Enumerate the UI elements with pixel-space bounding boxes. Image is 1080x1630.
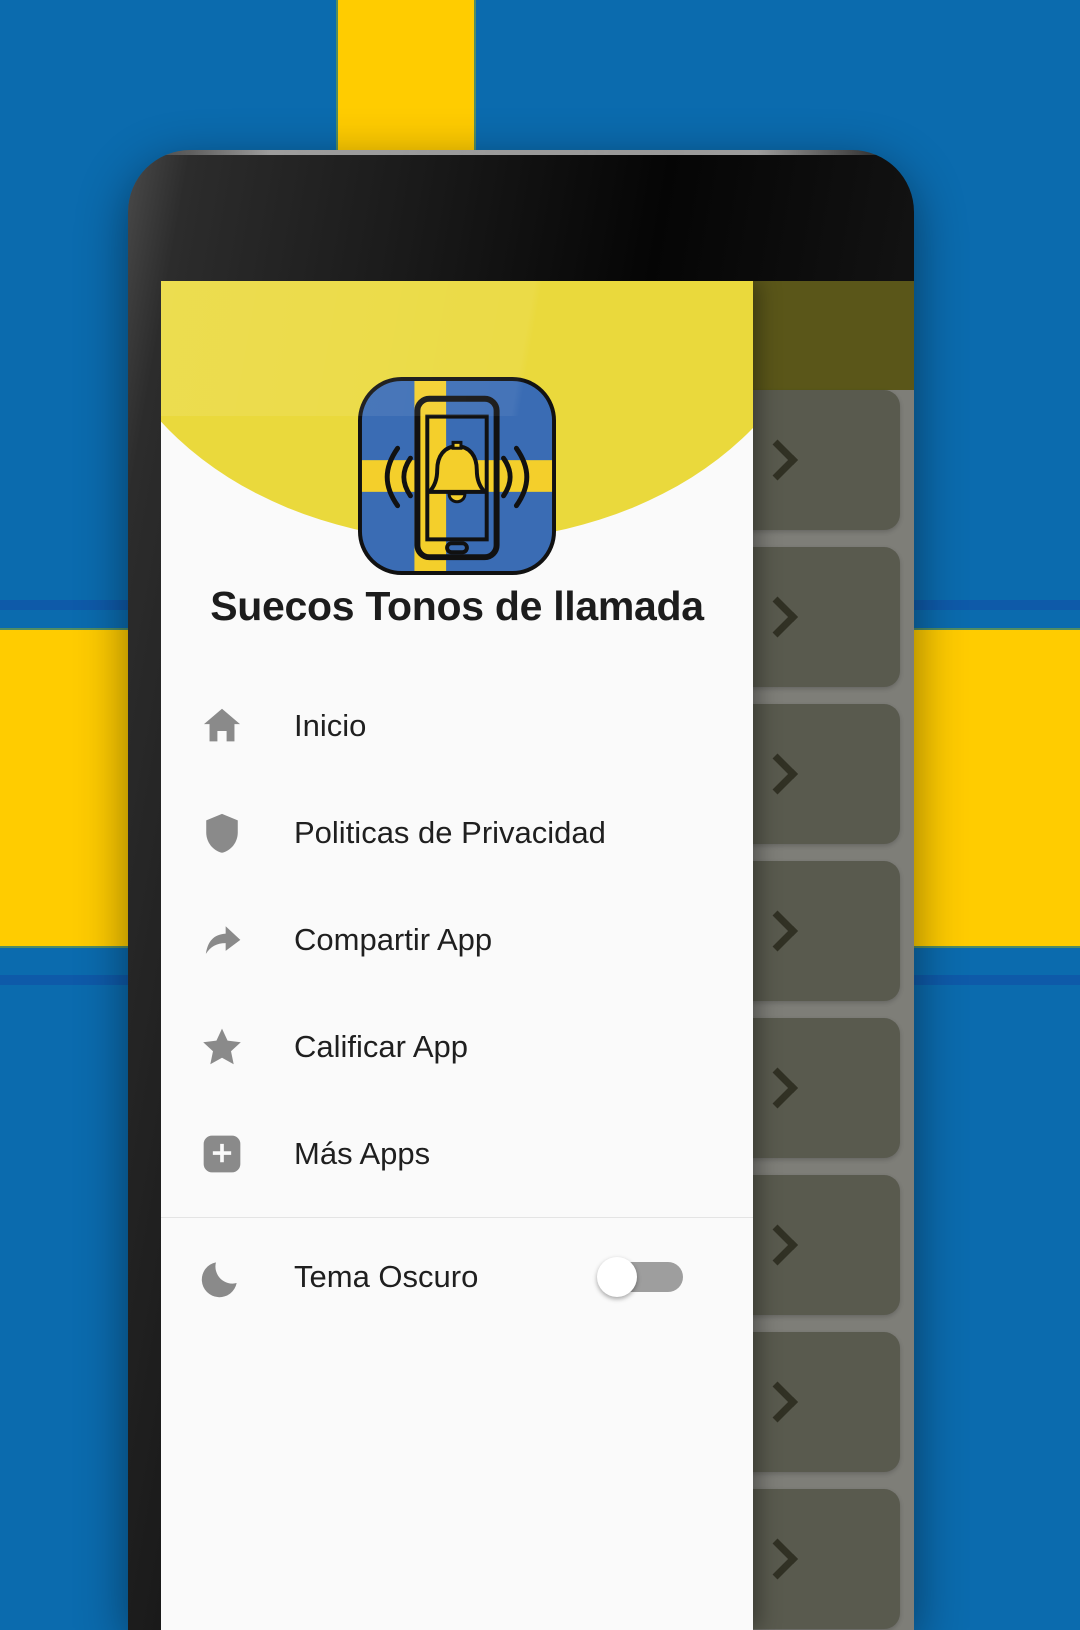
share-arrow-icon	[186, 918, 258, 962]
sidebar-item-label: Inicio	[294, 707, 367, 743]
sidebar-item-mas-apps[interactable]: Más Apps	[161, 1100, 753, 1207]
sidebar-item-inicio[interactable]: Inicio	[161, 672, 753, 779]
phone-rim-highlight	[128, 150, 914, 155]
phone-screen: Suecos Tonos de llamada Inicio Politicas…	[161, 281, 914, 1630]
app-icon-swedish-ringtone	[358, 377, 556, 575]
sidebar-item-calificar-app[interactable]: Calificar App	[161, 993, 753, 1100]
navigation-drawer: Suecos Tonos de llamada Inicio Politicas…	[161, 281, 753, 1630]
plus-box-icon	[186, 1132, 258, 1176]
star-icon	[186, 1024, 258, 1070]
toggle-knob	[597, 1257, 637, 1297]
page-title: Suecos Tonos de llamada	[210, 583, 704, 629]
dark-theme-toggle[interactable]	[597, 1257, 683, 1297]
shield-icon	[186, 810, 258, 856]
sidebar-item-politicas-de-privacidad[interactable]: Politicas de Privacidad	[161, 779, 753, 886]
drawer-header: Suecos Tonos de llamada	[161, 281, 753, 666]
sidebar-item-label: Tema Oscuro	[294, 1259, 479, 1294]
home-icon	[186, 703, 258, 749]
sidebar-item-label: Politicas de Privacidad	[294, 814, 606, 850]
drawer-menu-list: Inicio Politicas de Privacidad Compartir…	[161, 666, 753, 1336]
sidebar-item-label: Compartir App	[294, 921, 493, 957]
sidebar-item-tema-oscuro[interactable]: Tema Oscuro	[161, 1218, 753, 1336]
sidebar-item-label: Calificar App	[294, 1028, 469, 1064]
sidebar-item-compartir-app[interactable]: Compartir App	[161, 886, 753, 993]
phone-device-frame: Suecos Tonos de llamada Inicio Politicas…	[128, 150, 914, 1630]
moon-icon	[186, 1254, 258, 1300]
sidebar-item-label: Más Apps	[294, 1135, 431, 1171]
